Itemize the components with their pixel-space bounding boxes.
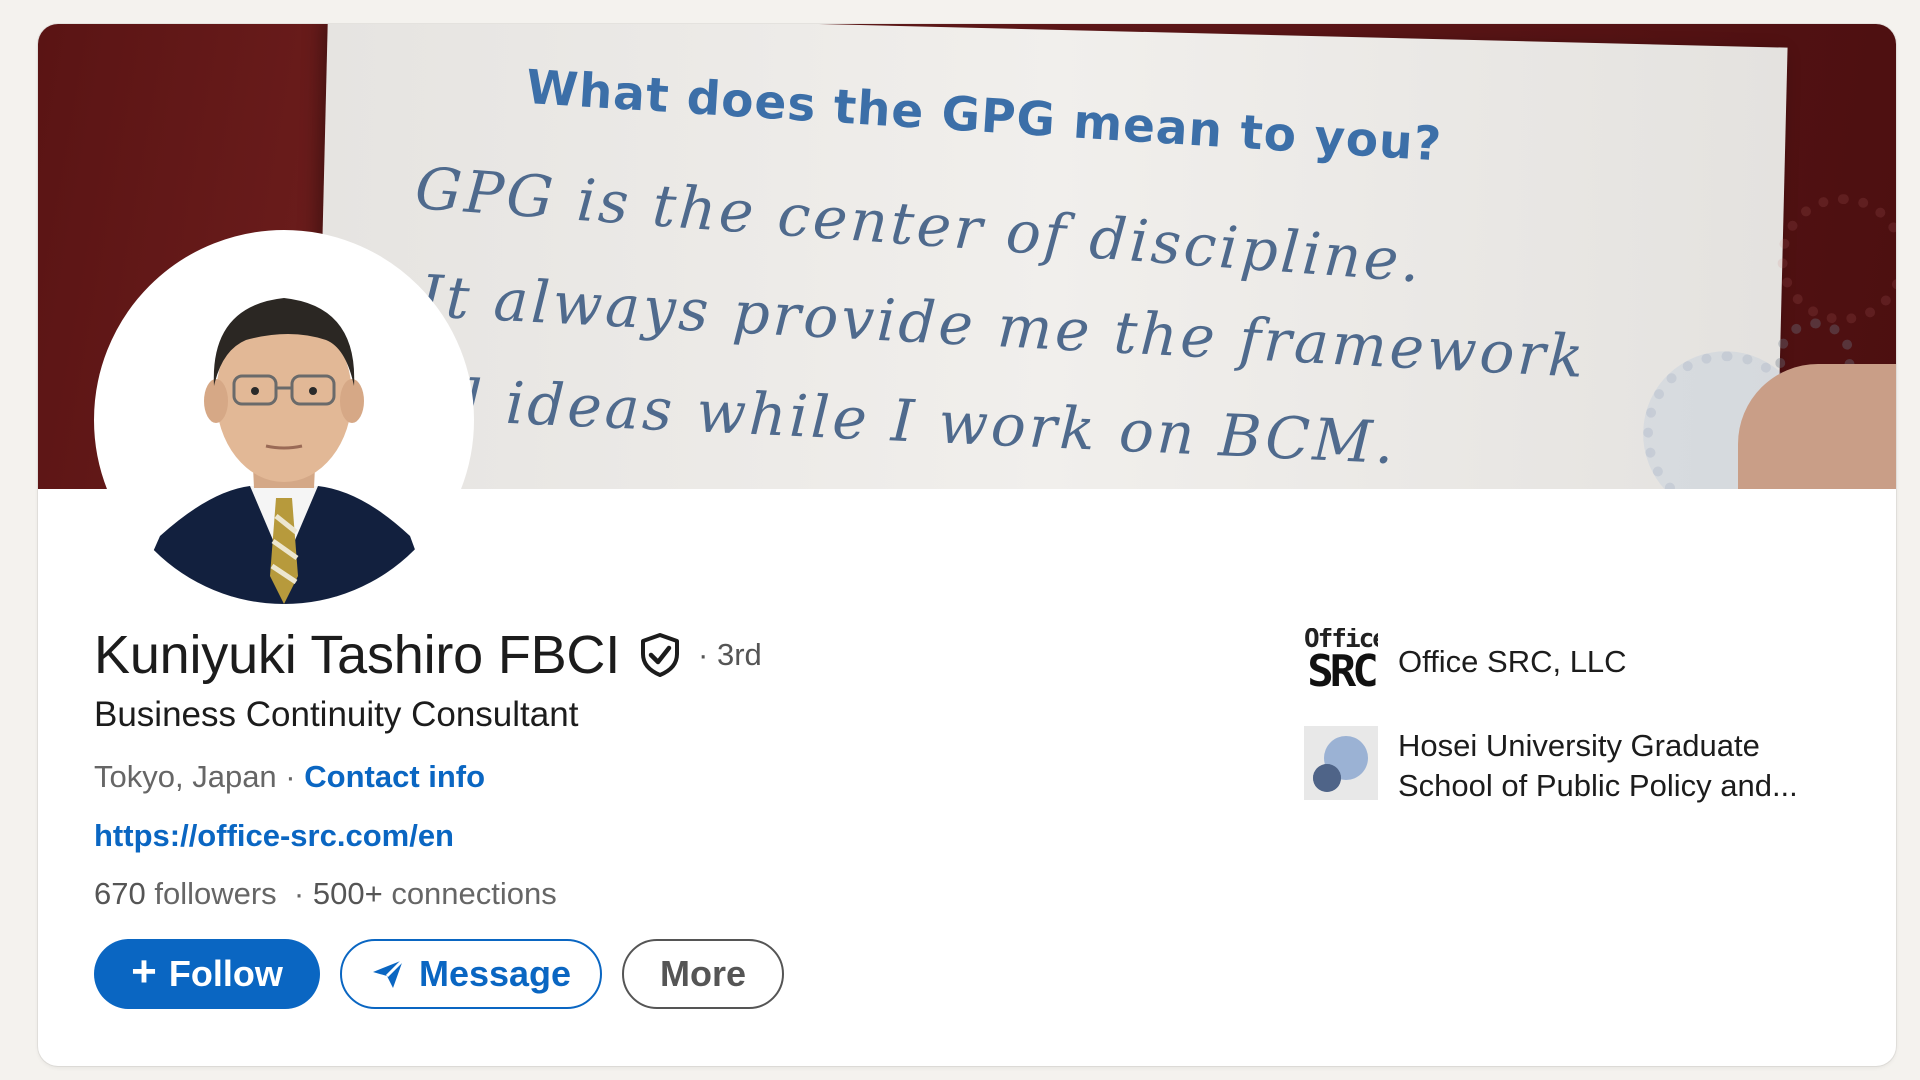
connections-count: 500+: [312, 876, 383, 911]
followers-label: followers: [154, 876, 277, 911]
plus-icon: +: [131, 947, 157, 996]
message-button[interactable]: Message: [340, 939, 602, 1009]
contact-info-link[interactable]: Contact info: [304, 759, 485, 794]
avatar-portrait: [100, 236, 468, 604]
hosei-university-logo: [1304, 726, 1378, 800]
follow-label: Follow: [168, 953, 283, 994]
profile-location: Tokyo, Japan: [94, 759, 277, 794]
profile-name: Kuniyuki Tashiro FBCI: [94, 625, 621, 685]
connections-label: connections: [391, 876, 557, 911]
profile-actions: + Follow Message More: [94, 939, 784, 1009]
paper-plane-icon: [372, 958, 405, 988]
more-button[interactable]: More: [622, 939, 784, 1009]
location-row: Tokyo, Japan · Contact info: [94, 759, 485, 795]
separator-dot: ·: [285, 759, 296, 794]
more-label: More: [659, 953, 746, 994]
profile-avatar[interactable]: [94, 230, 474, 610]
office-src-logo-bottom: SRC: [1307, 646, 1378, 697]
followers-count: 670: [94, 876, 146, 911]
gear-decoration: [1775, 192, 1896, 326]
org-item-hosei[interactable]: Hosei University Graduate School of Publ…: [1304, 726, 1838, 806]
profile-card: What does the GPG mean to you? GPG is th…: [38, 24, 1896, 1066]
network-stats: 670 followers · 500+ connections: [94, 876, 557, 911]
org-name: Hosei University Graduate School of Publ…: [1398, 728, 1798, 803]
org-item-office-src[interactable]: Office SRC Office SRC, LLC: [1304, 628, 1838, 702]
org-name: Office SRC, LLC: [1398, 644, 1627, 679]
name-row: Kuniyuki Tashiro FBCI · 3rd: [94, 624, 762, 686]
message-label: Message: [418, 953, 572, 994]
current-positions: Office SRC Office SRC, LLC Hosei Univers…: [1304, 628, 1838, 806]
shield-check-icon[interactable]: [638, 632, 682, 678]
website-link[interactable]: https://office-src.com/en: [94, 818, 454, 854]
office-src-logo: Office SRC: [1304, 628, 1378, 702]
follow-button[interactable]: + Follow: [94, 939, 320, 1009]
profile-headline: Business Continuity Consultant: [94, 695, 579, 734]
connection-degree: · 3rd: [698, 637, 762, 672]
circles-logo-icon: [1313, 736, 1368, 792]
